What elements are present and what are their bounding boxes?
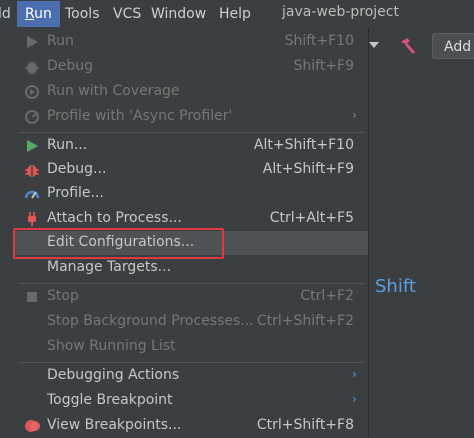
menu-item-label: Profile with 'Async Profiler'	[47, 108, 233, 124]
menu-item-label: Debug	[47, 58, 94, 74]
menu-item-stop[interactable]: Stop Ctrl+F2	[14, 285, 368, 309]
menu-item-run[interactable]: Run Shift+F10	[14, 30, 368, 54]
add-configuration-button[interactable]: Add	[432, 33, 474, 59]
menu-window[interactable]: Window	[151, 4, 206, 24]
build-hammer-icon[interactable]	[398, 36, 418, 56]
menu-item-label: Stop	[47, 288, 79, 304]
project-title: java-web-project	[282, 4, 399, 20]
menu-run[interactable]: Run	[17, 1, 60, 27]
profiler-icon	[25, 110, 39, 124]
menu-build-partial[interactable]: ld	[0, 4, 11, 24]
profile-gauge-icon	[24, 190, 40, 199]
menu-item-label: Run	[47, 33, 74, 49]
menu-help[interactable]: Help	[219, 4, 251, 24]
menu-item-label: Profile...	[47, 185, 104, 201]
run-config-dropdown-icon[interactable]	[369, 42, 379, 48]
menu-item-run-with-coverage[interactable]: Run with Coverage	[14, 80, 368, 104]
menu-separator	[18, 132, 364, 133]
debug-icon	[25, 165, 39, 177]
menu-tools[interactable]: Tools	[65, 4, 100, 24]
menu-item-profile-async[interactable]: Profile with 'Async Profiler' ›	[14, 105, 368, 129]
menu-item-shortcut: Ctrl+Alt+F5	[269, 210, 354, 226]
menu-item-label: Toggle Breakpoint	[47, 392, 173, 408]
menu-separator	[18, 362, 364, 363]
menu-item-toggle-breakpoint[interactable]: Toggle Breakpoint ›	[14, 389, 368, 413]
run-icon	[27, 36, 38, 48]
highlight-annotation-box	[13, 228, 224, 259]
attach-plug-icon	[28, 212, 36, 226]
menu-item-show-running-list[interactable]: Show Running List	[14, 335, 368, 359]
menu-item-label: Run with Coverage	[47, 83, 180, 99]
menu-item-run-dialog[interactable]: Run... Alt+Shift+F10	[14, 134, 368, 158]
menu-item-label: Show Running List	[47, 338, 176, 354]
menu-item-label: Debugging Actions	[47, 367, 180, 383]
menu-item-label: Stop Background Processes...	[47, 313, 254, 329]
run-icon	[27, 140, 38, 152]
menu-item-label: Debug...	[47, 161, 107, 177]
menu-item-shortcut: Shift+F9	[293, 58, 354, 74]
chevron-right-icon: ›	[352, 108, 357, 122]
menu-item-profile[interactable]: Profile...	[14, 182, 368, 206]
menu-item-label: Manage Targets...	[47, 259, 172, 275]
menu-item-manage-targets[interactable]: Manage Targets...	[14, 256, 368, 280]
menu-bar: ld Run Tools VCS Window Help java-web-pr…	[0, 0, 474, 28]
menu-item-debugging-actions[interactable]: Debugging Actions ›	[14, 364, 368, 388]
menu-item-debug[interactable]: Debug Shift+F9	[14, 55, 368, 79]
menu-item-shortcut: Ctrl+Shift+F2	[256, 313, 354, 329]
menu-separator	[18, 283, 364, 284]
menu-item-shortcut: Alt+Shift+F10	[253, 137, 354, 153]
chevron-right-icon: ›	[352, 392, 357, 406]
chevron-right-icon: ›	[352, 367, 357, 381]
breakpoints-icon	[25, 420, 40, 432]
menu-item-stop-background[interactable]: Stop Background Processes... Ctrl+Shift+…	[14, 310, 368, 334]
menu-item-shortcut: Ctrl+F2	[300, 288, 354, 304]
menu-item-view-breakpoints[interactable]: View Breakpoints... Ctrl+Shift+F8	[14, 414, 368, 438]
menu-item-shortcut: Shift+F10	[284, 33, 354, 49]
menu-item-shortcut: Alt+Shift+F9	[262, 161, 354, 177]
menu-item-label: Attach to Process...	[47, 210, 182, 226]
stop-icon	[27, 292, 37, 302]
debug-icon	[25, 62, 39, 74]
menu-item-debug-dialog[interactable]: Debug... Alt+Shift+F9	[14, 158, 368, 182]
menu-vcs[interactable]: VCS	[113, 4, 141, 24]
shift-hint-text: Shift	[375, 276, 416, 297]
coverage-icon	[25, 85, 39, 99]
menu-item-label: Run...	[47, 137, 88, 153]
